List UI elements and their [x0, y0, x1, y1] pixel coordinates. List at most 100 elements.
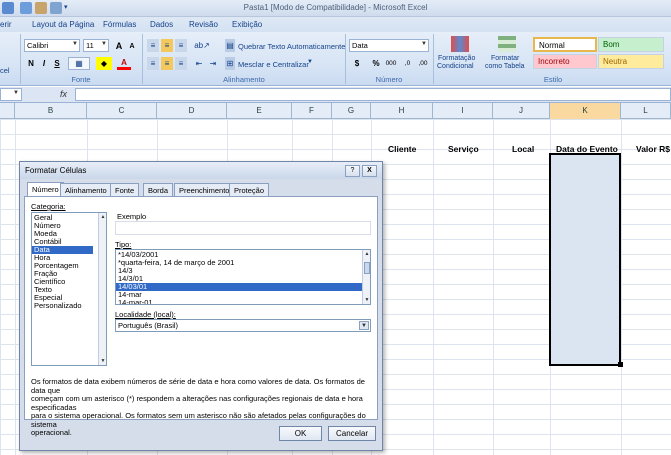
merge-icon[interactable]: ⊞ — [225, 57, 235, 70]
align-right-icon[interactable]: ≡ — [175, 57, 187, 70]
orientation-icon[interactable]: ab↗ — [193, 39, 211, 52]
tab-revisao[interactable]: Revisão — [189, 20, 218, 29]
column-header-g[interactable]: G — [332, 103, 371, 119]
tab-numero[interactable]: Número — [27, 182, 64, 197]
list-item[interactable]: *quarta-feira, 14 de março de 2001 — [118, 259, 234, 267]
chevron-down-icon[interactable]: ▼ — [307, 59, 313, 65]
conditional-format-icon[interactable] — [451, 36, 469, 52]
selected-range[interactable] — [549, 153, 621, 366]
dialog-title-bar[interactable]: Formatar Células ? X — [20, 162, 382, 179]
fill-handle[interactable] — [618, 362, 623, 367]
column-header-b[interactable]: B — [15, 103, 87, 119]
style-bom[interactable]: Bom — [598, 37, 664, 52]
type-label: Tipo: — [115, 240, 132, 249]
cell-servico[interactable]: Serviço — [448, 144, 479, 154]
column-header-i[interactable]: I — [433, 103, 493, 119]
align-center-icon[interactable]: ≡ — [161, 57, 173, 70]
tab-protecao[interactable]: Proteção — [229, 183, 270, 196]
locale-select[interactable]: Português (Brasil) ▼ — [115, 319, 371, 332]
align-left-icon[interactable]: ≡ — [147, 57, 159, 70]
wrap-text-icon[interactable]: ▤ — [225, 39, 235, 52]
name-box[interactable]: ▼ — [0, 88, 22, 101]
style-normal[interactable]: Normal — [533, 37, 597, 52]
list-item-selected[interactable]: 14/03/01 — [116, 283, 362, 291]
tab-borda[interactable]: Borda — [143, 183, 174, 196]
format-table-icon[interactable] — [498, 36, 516, 52]
column-header-d[interactable]: D — [157, 103, 227, 119]
fill-color-icon[interactable]: ◆ — [96, 57, 112, 70]
formula-input[interactable] — [75, 88, 671, 101]
cell-local[interactable]: Local — [512, 144, 534, 154]
category-list[interactable]: Geral Número Moeda Contábil Data Hora Po… — [31, 212, 107, 366]
tab-layout[interactable]: Layout da Página — [32, 20, 94, 29]
chevron-down-icon[interactable]: ▼ — [99, 357, 106, 365]
align-middle-icon[interactable]: ≡ — [161, 39, 173, 52]
font-color-button[interactable]: A — [117, 57, 131, 70]
format-table-label-2[interactable]: como Tabela — [485, 63, 525, 70]
chevron-up-icon[interactable]: ▲ — [99, 213, 106, 221]
shrink-font-button[interactable]: A — [126, 40, 138, 53]
style-incorreto[interactable]: Incorreto — [533, 54, 597, 69]
underline-button[interactable]: S — [51, 57, 63, 70]
tab-fonte[interactable]: Fonte — [110, 183, 140, 196]
column-header-e[interactable]: E — [227, 103, 292, 119]
type-scrollbar[interactable]: ▲ ▼ — [362, 250, 370, 304]
conditional-format-label-1[interactable]: Formatação — [438, 55, 475, 62]
wrap-text-button[interactable]: Quebrar Texto Automaticamente — [238, 42, 345, 51]
column-header-h[interactable]: H — [371, 103, 433, 119]
column-header-j[interactable]: J — [493, 103, 550, 119]
align-top-icon[interactable]: ≡ — [147, 39, 159, 52]
conditional-format-label-2[interactable]: Condicional — [437, 63, 474, 70]
style-neutra[interactable]: Neutra — [598, 54, 664, 69]
ok-button[interactable]: OK — [279, 426, 322, 441]
grow-font-button[interactable]: A — [113, 39, 125, 52]
chevron-up-icon[interactable]: ▲ — [363, 250, 370, 258]
formula-bar: ▼ fx — [0, 87, 671, 103]
chevron-down-icon[interactable]: ▼ — [363, 296, 370, 304]
description-line: começam com um asterisco (*) respondem a… — [31, 394, 363, 412]
cell-valor[interactable]: Valor R$ — [636, 144, 670, 154]
fx-icon[interactable]: fx — [60, 89, 67, 99]
scroll-thumb[interactable] — [364, 262, 370, 274]
tab-exibicao[interactable]: Exibição — [232, 20, 262, 29]
type-list[interactable]: *14/03/2001 *quarta-feira, 14 de março d… — [115, 249, 371, 305]
merge-center-button[interactable]: Mesclar e Centralizar — [238, 60, 309, 69]
select-all-corner[interactable] — [0, 103, 15, 119]
tab-alinhamento[interactable]: Alinhamento — [60, 183, 112, 196]
help-button[interactable]: ? — [345, 165, 360, 177]
list-item[interactable]: Personalizado — [34, 302, 82, 310]
decrease-decimal-button[interactable]: ,00 — [416, 57, 430, 70]
borders-icon[interactable]: ▦ — [68, 57, 90, 70]
align-bottom-icon[interactable]: ≡ — [175, 39, 187, 52]
font-size-combo[interactable]: 11 ▼ — [83, 39, 109, 52]
format-table-label-1[interactable]: Formatar — [491, 55, 519, 62]
tab-formulas[interactable]: Fórmulas — [103, 20, 136, 29]
chevron-down-icon[interactable]: ▼ — [359, 321, 369, 330]
group-label-numero: Número — [375, 75, 403, 84]
thousands-button[interactable]: 000 — [384, 57, 398, 70]
tab-inserir[interactable]: erir — [0, 20, 12, 29]
font-name-combo[interactable]: Calibri ▼ — [24, 39, 80, 52]
increase-decimal-button[interactable]: ,0 — [401, 57, 414, 70]
cell-cliente[interactable]: Cliente — [388, 144, 416, 154]
tab-dados[interactable]: Dados — [150, 20, 173, 29]
list-item[interactable]: 14-mar-01 — [118, 299, 153, 305]
italic-button[interactable]: I — [38, 57, 50, 70]
column-header-l[interactable]: L — [621, 103, 671, 119]
column-header-f[interactable]: F — [292, 103, 332, 119]
percent-button[interactable]: % — [370, 57, 382, 70]
column-header-k[interactable]: K — [550, 103, 621, 119]
column-header-c[interactable]: C — [87, 103, 157, 119]
chevron-down-icon: ▼ — [72, 41, 78, 47]
gridline — [493, 119, 494, 455]
close-button[interactable]: X — [362, 165, 377, 177]
tab-preenchimento[interactable]: Preenchimento — [174, 183, 235, 196]
number-format-combo[interactable]: Data ▼ — [349, 39, 429, 52]
group-separator — [142, 34, 143, 84]
bold-button[interactable]: N — [25, 57, 37, 70]
cancel-button[interactable]: Cancelar — [328, 426, 376, 441]
decrease-indent-icon[interactable]: ⇤ — [193, 57, 205, 70]
currency-button[interactable]: $ — [350, 57, 364, 70]
category-scrollbar[interactable]: ▲ ▼ — [98, 213, 106, 365]
increase-indent-icon[interactable]: ⇥ — [207, 57, 219, 70]
